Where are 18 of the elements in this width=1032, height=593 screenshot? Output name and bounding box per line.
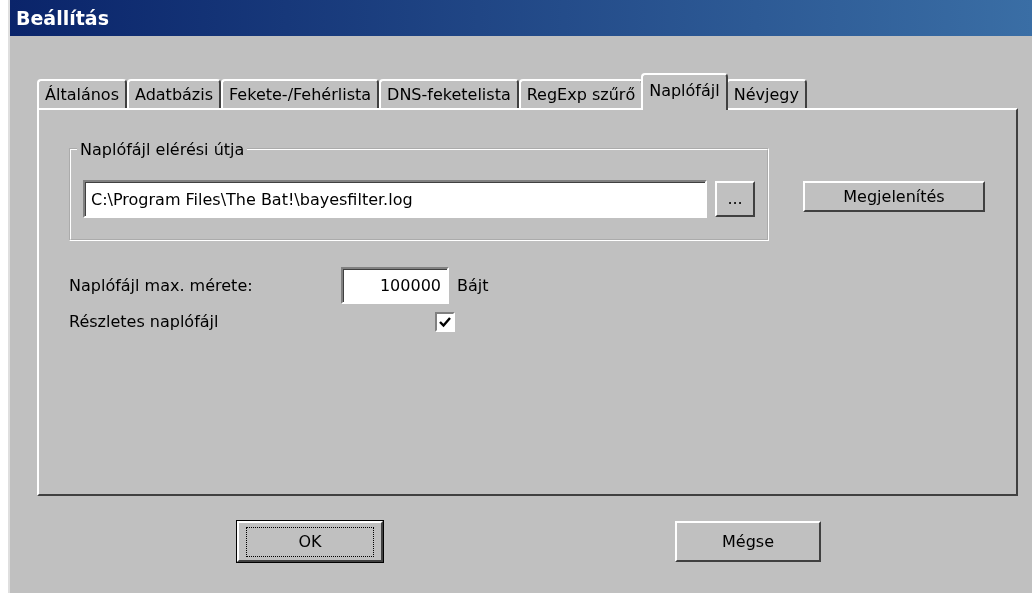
browse-button[interactable]: ... <box>715 181 755 217</box>
ok-button[interactable]: OK <box>237 521 383 562</box>
unit-label: Bájt <box>457 274 489 297</box>
max-size-label: Naplófájl max. mérete: <box>69 274 254 297</box>
tab[interactable]: RegExp szűrő <box>518 79 644 110</box>
tab[interactable]: DNS-feketelista <box>379 79 519 110</box>
tab[interactable]: Fekete-/Fehérlista <box>221 79 380 110</box>
cancel-button[interactable]: Mégse <box>675 521 821 562</box>
tab[interactable]: Adatbázis <box>127 79 222 110</box>
window-title: Beállítás <box>10 0 1032 36</box>
view-button[interactable]: Megjelenítés <box>803 181 985 212</box>
tab[interactable]: Naplófájl <box>641 73 728 110</box>
path-field[interactable]: C:\Program Files\The Bat!\bayesfilter.log <box>83 180 708 218</box>
max-size-field[interactable]: 100000 <box>341 267 449 304</box>
verbose-log-checkbox[interactable] <box>435 312 455 332</box>
tab[interactable]: Általános <box>37 79 127 110</box>
verbose-log-label: Részletes naplófájl <box>69 311 220 333</box>
check-icon <box>439 316 451 328</box>
